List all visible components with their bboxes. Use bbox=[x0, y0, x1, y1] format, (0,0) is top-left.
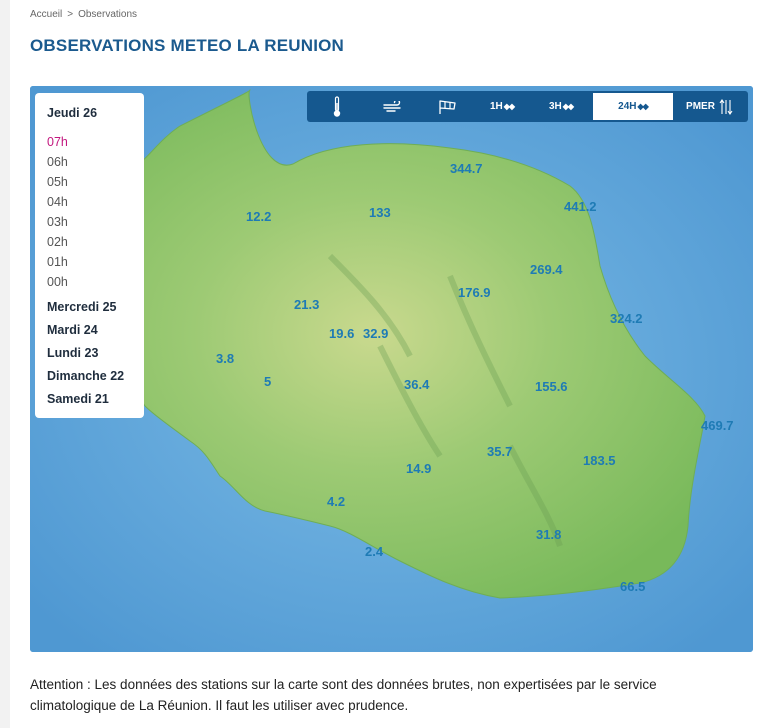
day-item[interactable]: Mercredi 25 bbox=[47, 300, 116, 314]
day-item[interactable]: Mardi 24 bbox=[47, 323, 98, 337]
raindrops-icon: ◆◆ bbox=[503, 102, 515, 111]
pressure-icon bbox=[719, 98, 733, 115]
day-item[interactable]: Samedi 21 bbox=[47, 392, 109, 406]
station-value[interactable]: 469.7 bbox=[701, 418, 734, 433]
station-value[interactable]: 155.6 bbox=[535, 379, 568, 394]
gust-button[interactable] bbox=[421, 93, 475, 120]
raindrops-icon: ◆◆ bbox=[637, 102, 649, 111]
observation-map[interactable]: Jeudi 26 07h 06h 05h 04h 03h 02h 01h 00h… bbox=[30, 86, 753, 652]
station-value[interactable]: 183.5 bbox=[583, 453, 616, 468]
rain-1h-button[interactable]: 1H ◆◆ bbox=[475, 93, 529, 120]
current-day-label[interactable]: Jeudi 26 bbox=[47, 106, 97, 120]
station-value[interactable]: 441.2 bbox=[564, 199, 597, 214]
station-value[interactable]: 14.9 bbox=[406, 461, 431, 476]
time-panel: Jeudi 26 07h 06h 05h 04h 03h 02h 01h 00h… bbox=[35, 93, 144, 418]
station-value[interactable]: 176.9 bbox=[458, 285, 491, 300]
raindrops-icon: ◆◆ bbox=[562, 102, 574, 111]
station-value[interactable]: 12.2 bbox=[246, 209, 271, 224]
station-value[interactable]: 324.2 bbox=[610, 311, 643, 326]
station-value[interactable]: 3.8 bbox=[216, 351, 234, 366]
wind-icon bbox=[383, 100, 401, 112]
breadcrumb-home-link[interactable]: Accueil bbox=[30, 9, 62, 20]
breadcrumb: Accueil > Observations bbox=[30, 9, 137, 20]
hour-item[interactable]: 05h bbox=[47, 175, 68, 189]
parameter-toolbar: 1H ◆◆ 3H ◆◆ 24H ◆◆ PMER bbox=[307, 91, 748, 122]
hour-item[interactable]: 06h bbox=[47, 155, 68, 169]
station-value[interactable]: 19.6 bbox=[329, 326, 354, 341]
thermometer-icon bbox=[333, 95, 341, 117]
station-value[interactable]: 133 bbox=[369, 205, 391, 220]
day-item[interactable]: Lundi 23 bbox=[47, 346, 98, 360]
wind-button[interactable] bbox=[365, 93, 421, 120]
hour-item-active[interactable]: 07h bbox=[47, 135, 68, 149]
rain-24h-label: 24H bbox=[618, 101, 637, 112]
temperature-button[interactable] bbox=[309, 93, 365, 120]
station-value[interactable]: 21.3 bbox=[294, 297, 319, 312]
breadcrumb-separator: > bbox=[67, 9, 74, 20]
hour-item[interactable]: 04h bbox=[47, 195, 68, 209]
station-value[interactable]: 4.2 bbox=[327, 494, 345, 509]
rain-3h-button[interactable]: 3H ◆◆ bbox=[529, 93, 593, 120]
breadcrumb-current: Observations bbox=[78, 9, 138, 20]
pmer-label: PMER bbox=[686, 101, 715, 112]
station-value[interactable]: 344.7 bbox=[450, 161, 483, 176]
hour-item[interactable]: 03h bbox=[47, 215, 68, 229]
day-item[interactable]: Dimanche 22 bbox=[47, 369, 124, 383]
station-value[interactable]: 36.4 bbox=[404, 377, 429, 392]
disclaimer-text: Attention : Les données des stations sur… bbox=[30, 677, 657, 713]
station-value[interactable]: 5 bbox=[264, 374, 271, 389]
station-value[interactable]: 32.9 bbox=[363, 326, 388, 341]
station-value[interactable]: 31.8 bbox=[536, 527, 561, 542]
pmer-button[interactable]: PMER bbox=[673, 93, 746, 120]
rain-3h-label: 3H bbox=[548, 101, 562, 112]
page-title: OBSERVATIONS METEO LA REUNION bbox=[30, 36, 345, 55]
hour-item[interactable]: 02h bbox=[47, 235, 68, 249]
rain-24h-button[interactable]: 24H ◆◆ bbox=[593, 93, 673, 120]
left-gutter bbox=[0, 0, 10, 728]
station-value[interactable]: 2.4 bbox=[365, 544, 383, 559]
station-value[interactable]: 66.5 bbox=[620, 579, 645, 594]
hour-item[interactable]: 00h bbox=[47, 275, 68, 289]
hour-item[interactable]: 01h bbox=[47, 255, 68, 269]
wind-sock-icon bbox=[439, 99, 456, 114]
station-value[interactable]: 269.4 bbox=[530, 262, 563, 277]
rain-1h-label: 1H bbox=[489, 101, 503, 112]
station-value[interactable]: 35.7 bbox=[487, 444, 512, 459]
